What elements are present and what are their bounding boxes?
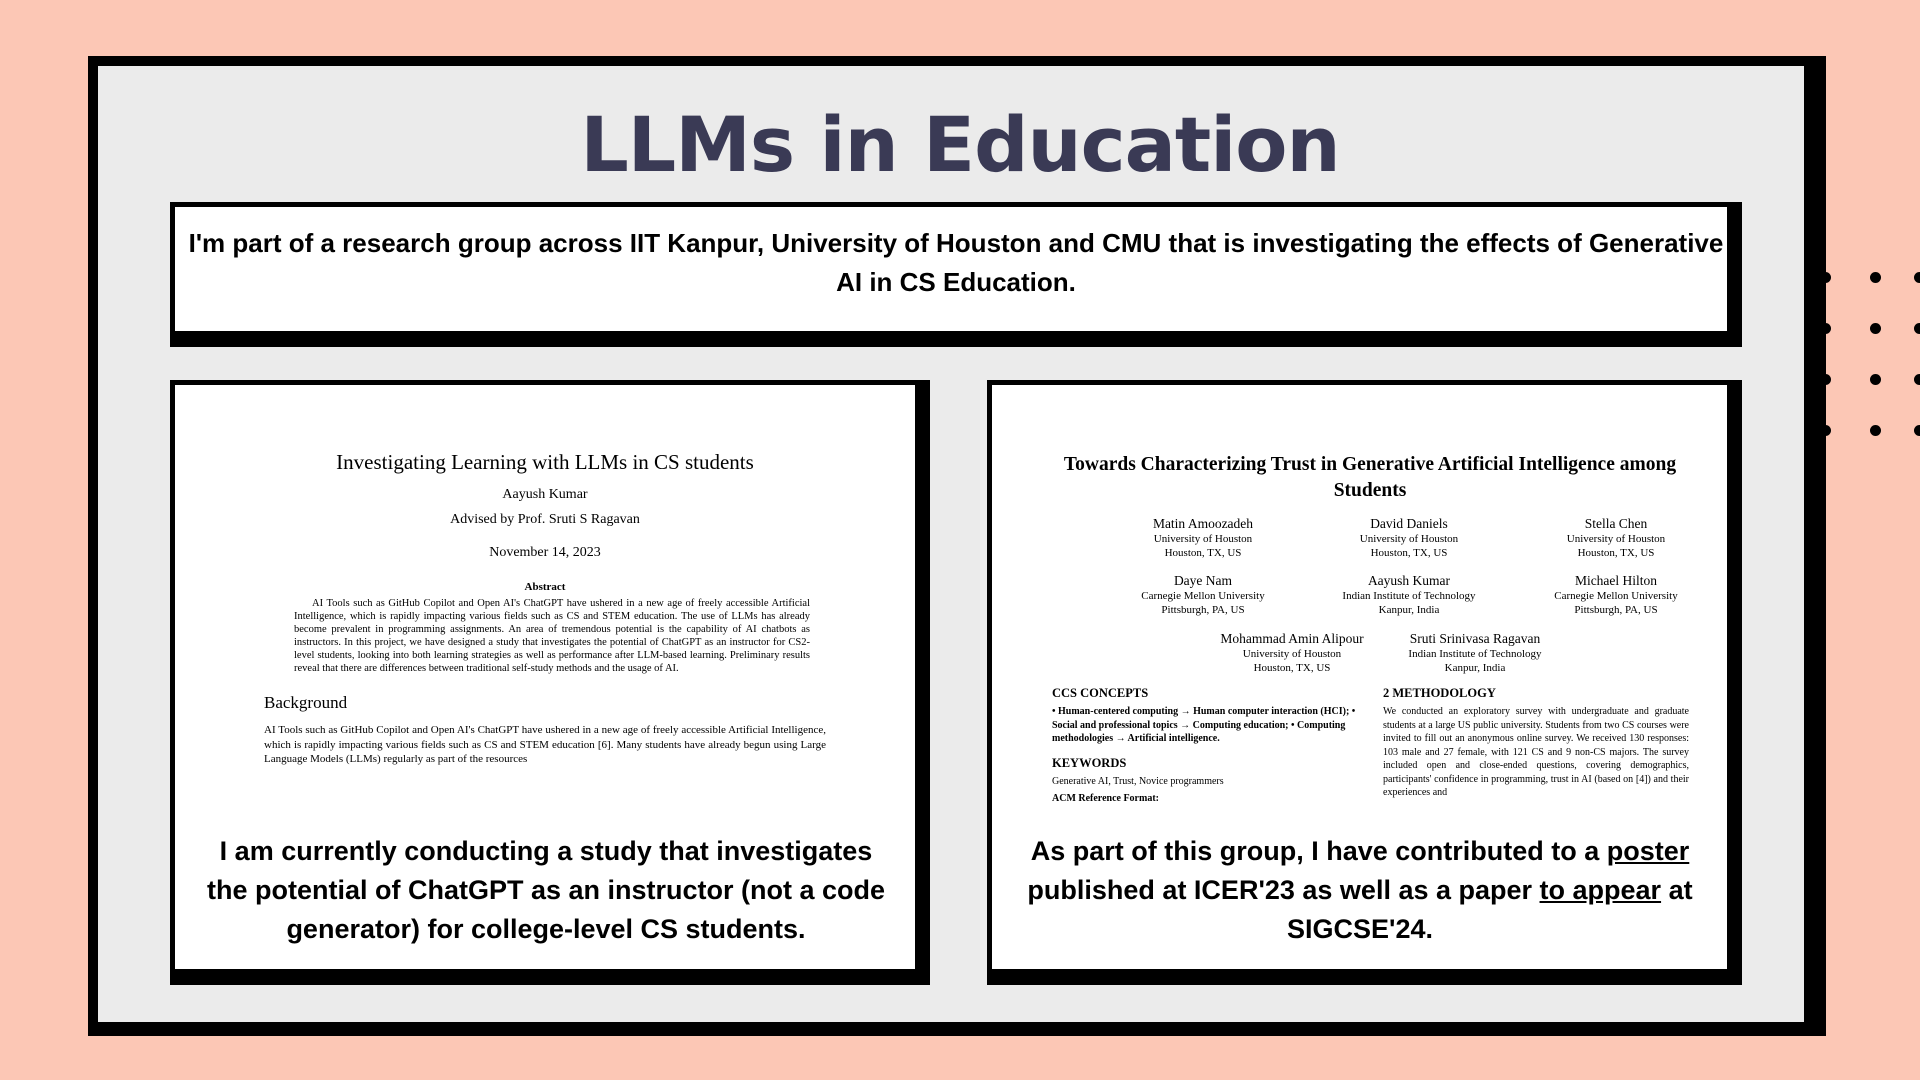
right-paper-author: Matin Amoozadeh University of Houston Ho… <box>1152 516 1254 559</box>
right-paper-title: Towards Characterizing Trust in Generati… <box>1063 454 1677 501</box>
left-paper-date: November 14, 2023 <box>489 545 601 560</box>
to-appear-link[interactable]: to appear <box>1540 875 1662 905</box>
right-paper-author: David Daniels University of Houston Hous… <box>1359 516 1459 559</box>
intro-text: I'm part of a research group across IIT … <box>188 228 1724 297</box>
left-paper-abstract: AI Tools such as GitHub Copilot and Open… <box>294 598 810 674</box>
keywords-text: Generative AI, Trust, Novice programmers <box>1052 775 1224 787</box>
right-paper-preview: Towards Characterizing Trust in Generati… <box>1040 440 1700 804</box>
left-paper-advisor: Advised by Prof. Sruti S Ragavan <box>450 512 640 527</box>
keywords-title: KEYWORDS <box>1052 755 1127 770</box>
right-paper-right-column: 2 METHODOLOGY We conducted an explorator… <box>1383 686 1689 800</box>
right-paper-left-column: CCS CONCEPTS • Human-centered computing … <box>1052 686 1370 804</box>
right-paper-author: Aayush Kumar Indian Institute of Technol… <box>1342 573 1476 616</box>
right-paper-author: Sruti Srinivasa Ragavan Indian Institute… <box>1408 631 1542 674</box>
right-paper-author: Michael Hilton Carnegie Mellon Universit… <box>1554 573 1678 616</box>
acm-reference: ACM Reference Format: <box>1052 793 1159 804</box>
caption-text: published at ICER'23 as well as a paper <box>1027 875 1540 905</box>
methodology-title: 2 METHODOLOGY <box>1383 686 1496 700</box>
left-paper-section-text: AI Tools such as GitHub Copilot and Open… <box>264 724 826 765</box>
left-card-caption: I am currently conducting a study that i… <box>206 836 886 944</box>
right-paper-author: Stella Chen University of Houston Housto… <box>1566 516 1666 559</box>
left-paper-author: Aayush Kumar <box>502 487 588 502</box>
ccs-title: CCS CONCEPTS <box>1052 686 1149 700</box>
right-card-caption: As part of this group, I have contribute… <box>1010 832 1710 949</box>
left-paper-abstract-title: Abstract <box>524 581 566 593</box>
slide-title: LLMs in Education <box>580 100 1340 189</box>
methodology-text: We conducted an exploratory survey with … <box>1383 706 1689 798</box>
right-paper-author: Daye Nam Carnegie Mellon University Pitt… <box>1141 573 1265 616</box>
left-paper-section-title: Background <box>264 693 348 712</box>
decorative-dots <box>1820 272 1920 452</box>
poster-link[interactable]: poster <box>1607 836 1690 866</box>
left-paper-preview: Investigating Learning with LLMs in CS s… <box>230 440 860 810</box>
ccs-text: • Human-centered computing → Human compu… <box>1052 706 1356 744</box>
caption-text: As part of this group, I have contribute… <box>1030 836 1607 866</box>
left-paper-title: Investigating Learning with LLMs in CS s… <box>336 450 754 474</box>
